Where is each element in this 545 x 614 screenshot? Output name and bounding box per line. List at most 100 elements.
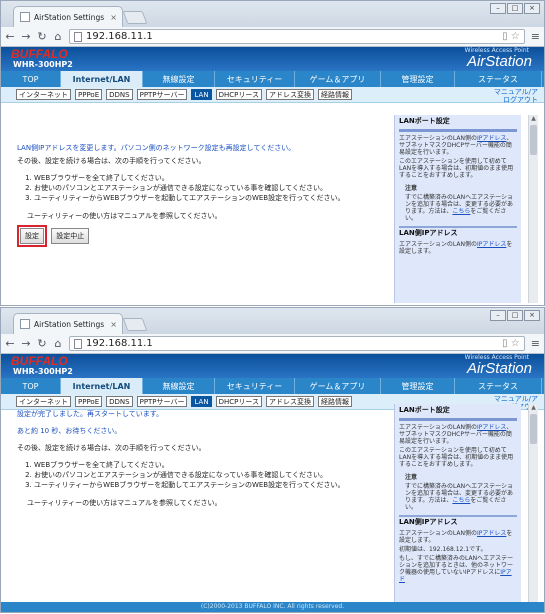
window-controls: – □ × <box>490 310 540 321</box>
ip-address-link[interactable]: IPアドレス <box>477 530 506 537</box>
subnav-nat[interactable]: アドレス変換 <box>265 396 314 407</box>
subnav-nat[interactable]: アドレス変換 <box>265 89 314 100</box>
nav-top[interactable]: TOP <box>1 378 61 394</box>
back-icon[interactable]: ← <box>5 30 15 43</box>
forward-icon[interactable]: → <box>21 337 31 350</box>
close-window-icon[interactable]: × <box>524 310 540 321</box>
header-links: マニュアル/ア ログアウト <box>494 88 538 104</box>
browser-toolbar: ← → ↻ ⌂ 192.168.11.1 ▯ ☆ ≡ <box>1 27 544 47</box>
maximize-icon[interactable]: □ <box>507 3 523 14</box>
browser-window-2: AirStation Settings × – □ × ← → ↻ ⌂ 192.… <box>0 307 545 613</box>
tab-title: AirStation Settings <box>34 319 105 329</box>
nav-wireless[interactable]: 無線設定 <box>143 378 215 394</box>
help-text: このエアステーションを使用して初めてLANを導入する場合は、初期値のまま使用する… <box>399 158 514 179</box>
subnav-dhcp-lease[interactable]: DHCPリース <box>215 396 262 407</box>
close-tab-icon[interactable]: × <box>110 13 117 22</box>
ip-address-link[interactable]: IPアドレス <box>477 241 506 248</box>
subnav-ddns[interactable]: DDNS <box>106 89 133 100</box>
bookmark-star-icon[interactable]: ▯ ☆ <box>502 31 520 42</box>
manual-link[interactable]: マニュアル/ア <box>494 88 538 96</box>
minimize-icon[interactable]: – <box>490 310 506 321</box>
nav-game-apps[interactable]: ゲーム＆アプリ <box>295 71 381 87</box>
ip-address-link[interactable]: IPアドレス <box>477 424 506 431</box>
manual-link[interactable]: マニュアル/ア <box>494 395 538 403</box>
new-tab-button[interactable] <box>122 11 148 24</box>
subnav-routing[interactable]: 経路情報 <box>317 396 352 407</box>
list-item: WEBブラウザーを全て終了してください。 <box>34 173 387 183</box>
warning-message: LAN側IPアドレスを変更します。パソコン側のネットワーク設定も再設定してくださ… <box>17 144 296 152</box>
subnav-routing[interactable]: 経路情報 <box>317 89 352 100</box>
subnav-internet[interactable]: インターネット <box>16 396 71 407</box>
main-nav: TOP Internet/LAN 無線設定 セキュリティー ゲーム＆アプリ 管理… <box>1 378 544 394</box>
forward-icon[interactable]: → <box>21 30 31 43</box>
subnav-ddns[interactable]: DDNS <box>106 396 133 407</box>
nav-internet-lan[interactable]: Internet/LAN <box>61 378 143 394</box>
reload-icon[interactable]: ↻ <box>37 337 47 350</box>
subnav-pptp-server[interactable]: PPTPサーバー <box>136 89 188 100</box>
scroll-thumb[interactable] <box>530 125 537 155</box>
sub-nav: インターネット PPPoE DDNS PPTPサーバー LAN DHCPリース … <box>1 87 544 104</box>
note-title: 注意 <box>405 474 418 481</box>
countdown-message: あと約 10 秒、お待ちください。 <box>17 427 122 435</box>
close-tab-icon[interactable]: × <box>110 320 117 329</box>
url-text: 192.168.11.1 <box>86 338 153 349</box>
list-item: お使いのパソコンとエアステーションが通信できる設定になっている事を確認してくださ… <box>34 183 387 193</box>
browser-tab[interactable]: AirStation Settings × <box>13 313 123 334</box>
scroll-up-icon[interactable]: ▲ <box>529 115 538 123</box>
address-bar[interactable]: 192.168.11.1 ▯ ☆ <box>69 336 525 351</box>
list-item: ユーティリティーからWEBブラウザーを起動してエアステーションのWEB設定を行っ… <box>34 193 387 203</box>
nav-game-apps[interactable]: ゲーム＆アプリ <box>295 378 381 394</box>
maximize-icon[interactable]: □ <box>507 310 523 321</box>
subnav-pptp-server[interactable]: PPTPサーバー <box>136 396 188 407</box>
note-link[interactable]: こちら <box>452 497 470 504</box>
list-item: WEBブラウザーを全て終了してください。 <box>34 460 387 470</box>
subnav-dhcp-lease[interactable]: DHCPリース <box>215 89 262 100</box>
nav-wireless[interactable]: 無線設定 <box>143 71 215 87</box>
list-item: ユーティリティーからWEBブラウザーを起動してエアステーションのWEB設定を行っ… <box>34 480 387 490</box>
scrollbar[interactable]: ▲ <box>528 115 538 303</box>
main-content: 設定が完了しました。再スタートしています。 あと約 10 秒、お待ちください。 … <box>17 409 387 508</box>
nav-admin[interactable]: 管理設定 <box>381 71 455 87</box>
nav-top[interactable]: TOP <box>1 71 61 87</box>
help-sidebar: LANポート設定 エアステーションのLAN側のIPアドレス、サブネットマスクDH… <box>394 115 521 303</box>
note-link[interactable]: こちら <box>452 208 470 215</box>
scrollbar[interactable]: ▲ <box>528 404 538 603</box>
nav-security[interactable]: セキュリティー <box>215 378 295 394</box>
logout-link[interactable]: ログアウト <box>494 96 538 104</box>
nav-status[interactable]: ステータス <box>455 71 542 87</box>
nav-security[interactable]: セキュリティー <box>215 71 295 87</box>
page-icon <box>20 319 30 329</box>
back-icon[interactable]: ← <box>5 337 15 350</box>
scroll-thumb[interactable] <box>530 414 537 444</box>
section-title: LAN側IPアドレス <box>399 515 517 526</box>
ip-address-link[interactable]: IPアドレス <box>477 135 506 142</box>
new-tab-button[interactable] <box>122 318 148 331</box>
list-item: お使いのパソコンとエアステーションが通信できる設定になっている事を確認してくださ… <box>34 470 387 480</box>
subnav-pppoe[interactable]: PPPoE <box>75 89 103 100</box>
model-name: WHR-300HP2 <box>13 367 73 376</box>
home-icon[interactable]: ⌂ <box>53 30 63 43</box>
nav-status[interactable]: ステータス <box>455 378 542 394</box>
cancel-button[interactable]: 設定中止 <box>51 228 90 244</box>
nav-internet-lan[interactable]: Internet/LAN <box>61 71 143 87</box>
home-icon[interactable]: ⌂ <box>53 337 63 350</box>
address-bar[interactable]: 192.168.11.1 ▯ ☆ <box>69 29 525 44</box>
instruction-text: その後、設定を続ける場合は、次の手順を行ってください。 <box>17 444 206 452</box>
note-text: すでに構築済みのLANへエアステーションを追加する場合は、変更する必要があります… <box>405 483 514 511</box>
menu-icon[interactable]: ≡ <box>531 30 540 43</box>
reload-icon[interactable]: ↻ <box>37 30 47 43</box>
help-title: LANポート設定 <box>399 117 450 125</box>
set-button[interactable]: 設定 <box>20 228 44 244</box>
subnav-pppoe[interactable]: PPPoE <box>75 396 103 407</box>
subnav-internet[interactable]: インターネット <box>16 89 71 100</box>
close-window-icon[interactable]: × <box>524 3 540 14</box>
scroll-up-icon[interactable]: ▲ <box>529 404 538 412</box>
menu-icon[interactable]: ≡ <box>531 337 540 350</box>
subnav-lan[interactable]: LAN <box>191 89 212 100</box>
tab-title: AirStation Settings <box>34 12 105 22</box>
subnav-lan[interactable]: LAN <box>191 396 212 407</box>
bookmark-star-icon[interactable]: ▯ ☆ <box>502 338 520 349</box>
browser-tab[interactable]: AirStation Settings × <box>13 6 123 27</box>
nav-admin[interactable]: 管理設定 <box>381 378 455 394</box>
minimize-icon[interactable]: – <box>490 3 506 14</box>
